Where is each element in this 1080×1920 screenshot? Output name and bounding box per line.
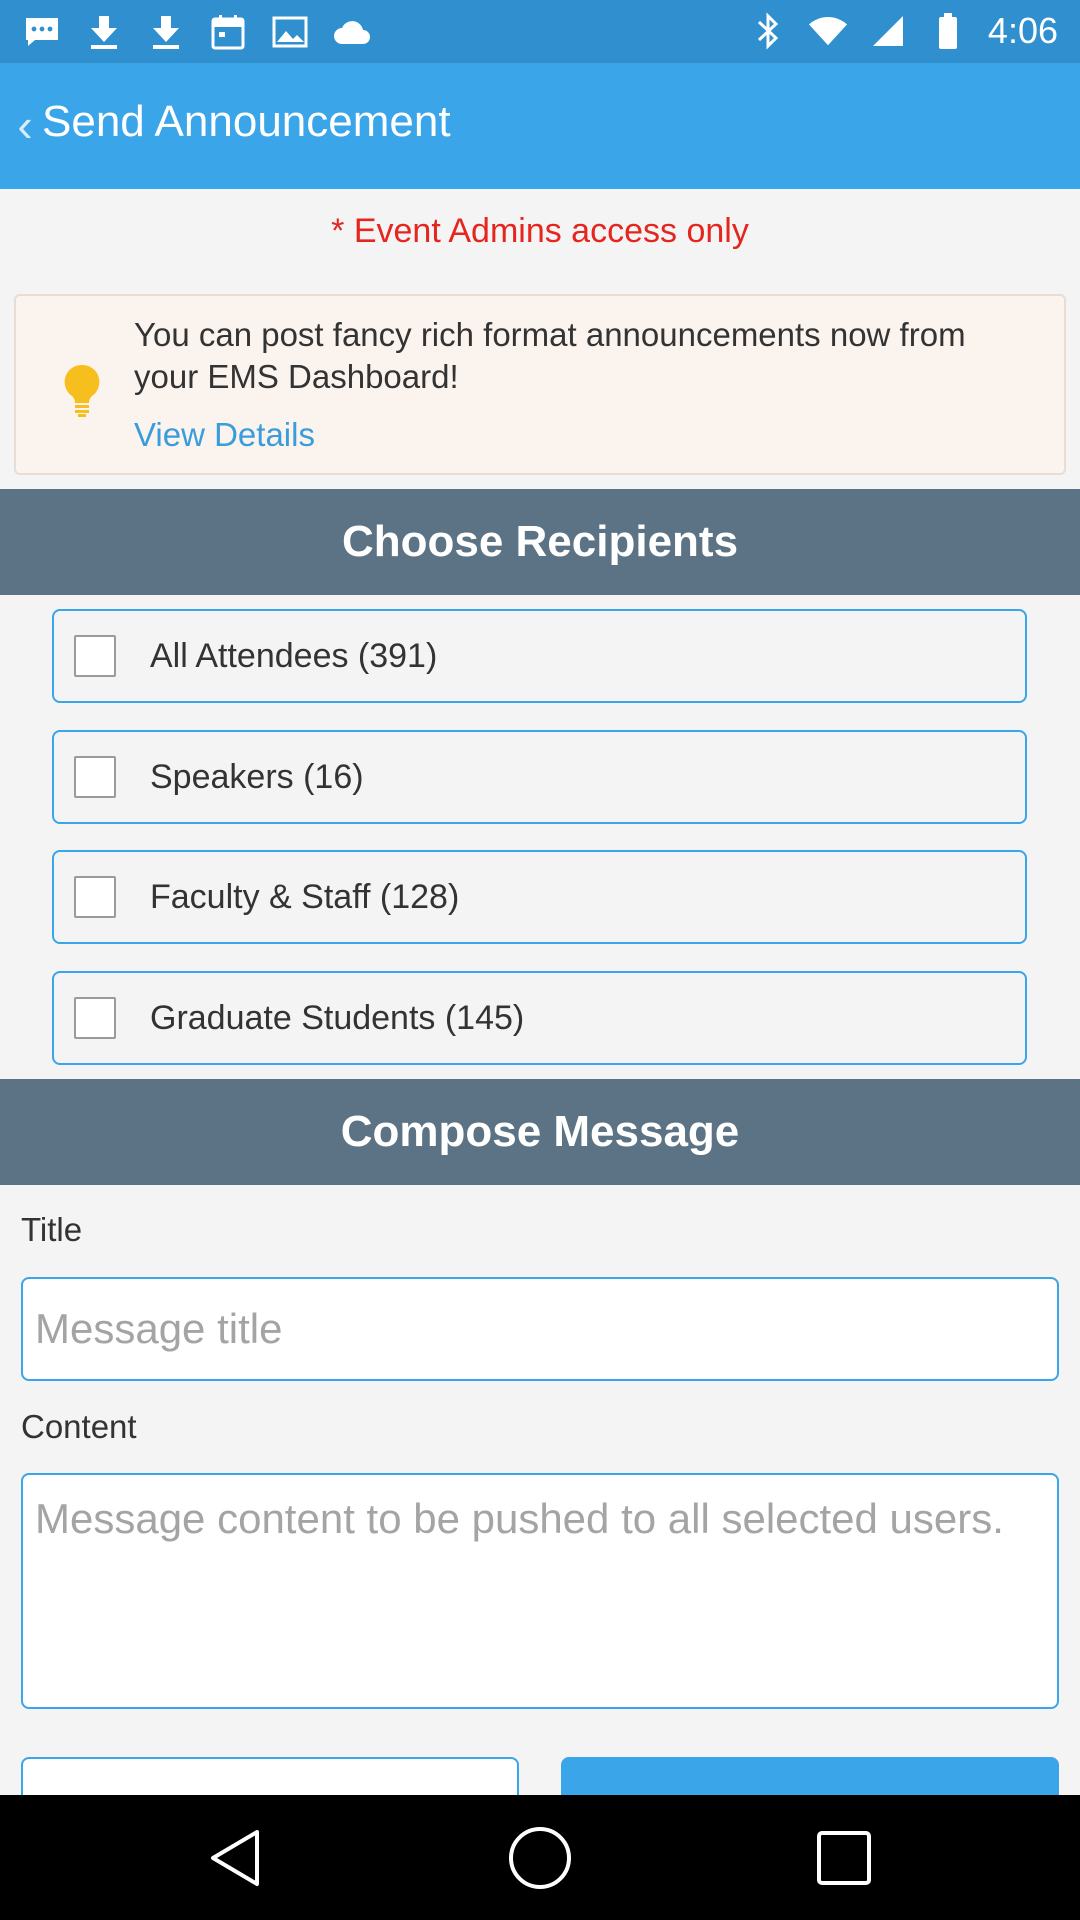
- back-nav-icon[interactable]: [200, 1823, 270, 1893]
- tip-text: You can post fancy rich format announcem…: [134, 316, 966, 395]
- checkbox[interactable]: [74, 876, 116, 918]
- photo-icon: [270, 12, 310, 52]
- message-icon: [22, 12, 62, 52]
- app-bar: ‹ Send Announcement: [0, 63, 1080, 189]
- recipient-option-graduate-students[interactable]: Graduate Students (145): [52, 971, 1027, 1065]
- view-details-link[interactable]: View Details: [134, 416, 315, 454]
- download-icon: [146, 12, 186, 52]
- recipient-label: Graduate Students (145): [150, 999, 525, 1037]
- system-icons: 4:06: [748, 10, 1058, 52]
- message-title-input[interactable]: [21, 1277, 1059, 1381]
- battery-icon: [928, 11, 968, 51]
- lightbulb-icon: [60, 362, 104, 418]
- recipient-label: All Attendees (391): [150, 637, 438, 675]
- clock: 4:06: [987, 10, 1058, 51]
- choose-recipients-header: Choose Recipients: [0, 489, 1080, 595]
- wifi-icon: [808, 11, 848, 51]
- home-nav-icon[interactable]: [505, 1823, 575, 1893]
- status-bar: 4:06: [0, 0, 1080, 63]
- page-title: Send Announcement: [42, 97, 451, 146]
- checkbox[interactable]: [74, 756, 116, 798]
- checkbox[interactable]: [74, 635, 116, 677]
- recipient-label: Faculty & Staff (128): [150, 878, 460, 916]
- compose-message-header: Compose Message: [0, 1079, 1080, 1185]
- system-nav-bar: [0, 1795, 1080, 1920]
- download-icon: [84, 12, 124, 52]
- calendar-icon: [208, 12, 248, 52]
- content-label: Content: [21, 1408, 137, 1445]
- back-chevron-icon[interactable]: ‹: [8, 95, 42, 155]
- tip-banner: You can post fancy rich format announcem…: [14, 294, 1066, 475]
- recents-nav-icon[interactable]: [809, 1823, 879, 1893]
- admin-access-note: * Event Admins access only: [331, 212, 749, 250]
- cloud-icon: [332, 12, 372, 52]
- checkbox[interactable]: [74, 997, 116, 1039]
- primary-action-button[interactable]: [561, 1757, 1059, 1795]
- notification-icons: [22, 12, 372, 52]
- recipient-label: Speakers (16): [150, 758, 364, 796]
- signal-icon: [868, 11, 908, 51]
- recipient-option-speakers[interactable]: Speakers (16): [52, 730, 1027, 824]
- message-content-input[interactable]: [21, 1473, 1059, 1709]
- bluetooth-icon: [748, 11, 788, 51]
- secondary-action-button[interactable]: [21, 1757, 519, 1795]
- recipient-option-faculty-staff[interactable]: Faculty & Staff (128): [52, 850, 1027, 944]
- title-label: Title: [21, 1211, 83, 1248]
- recipient-option-all-attendees[interactable]: All Attendees (391): [52, 609, 1027, 703]
